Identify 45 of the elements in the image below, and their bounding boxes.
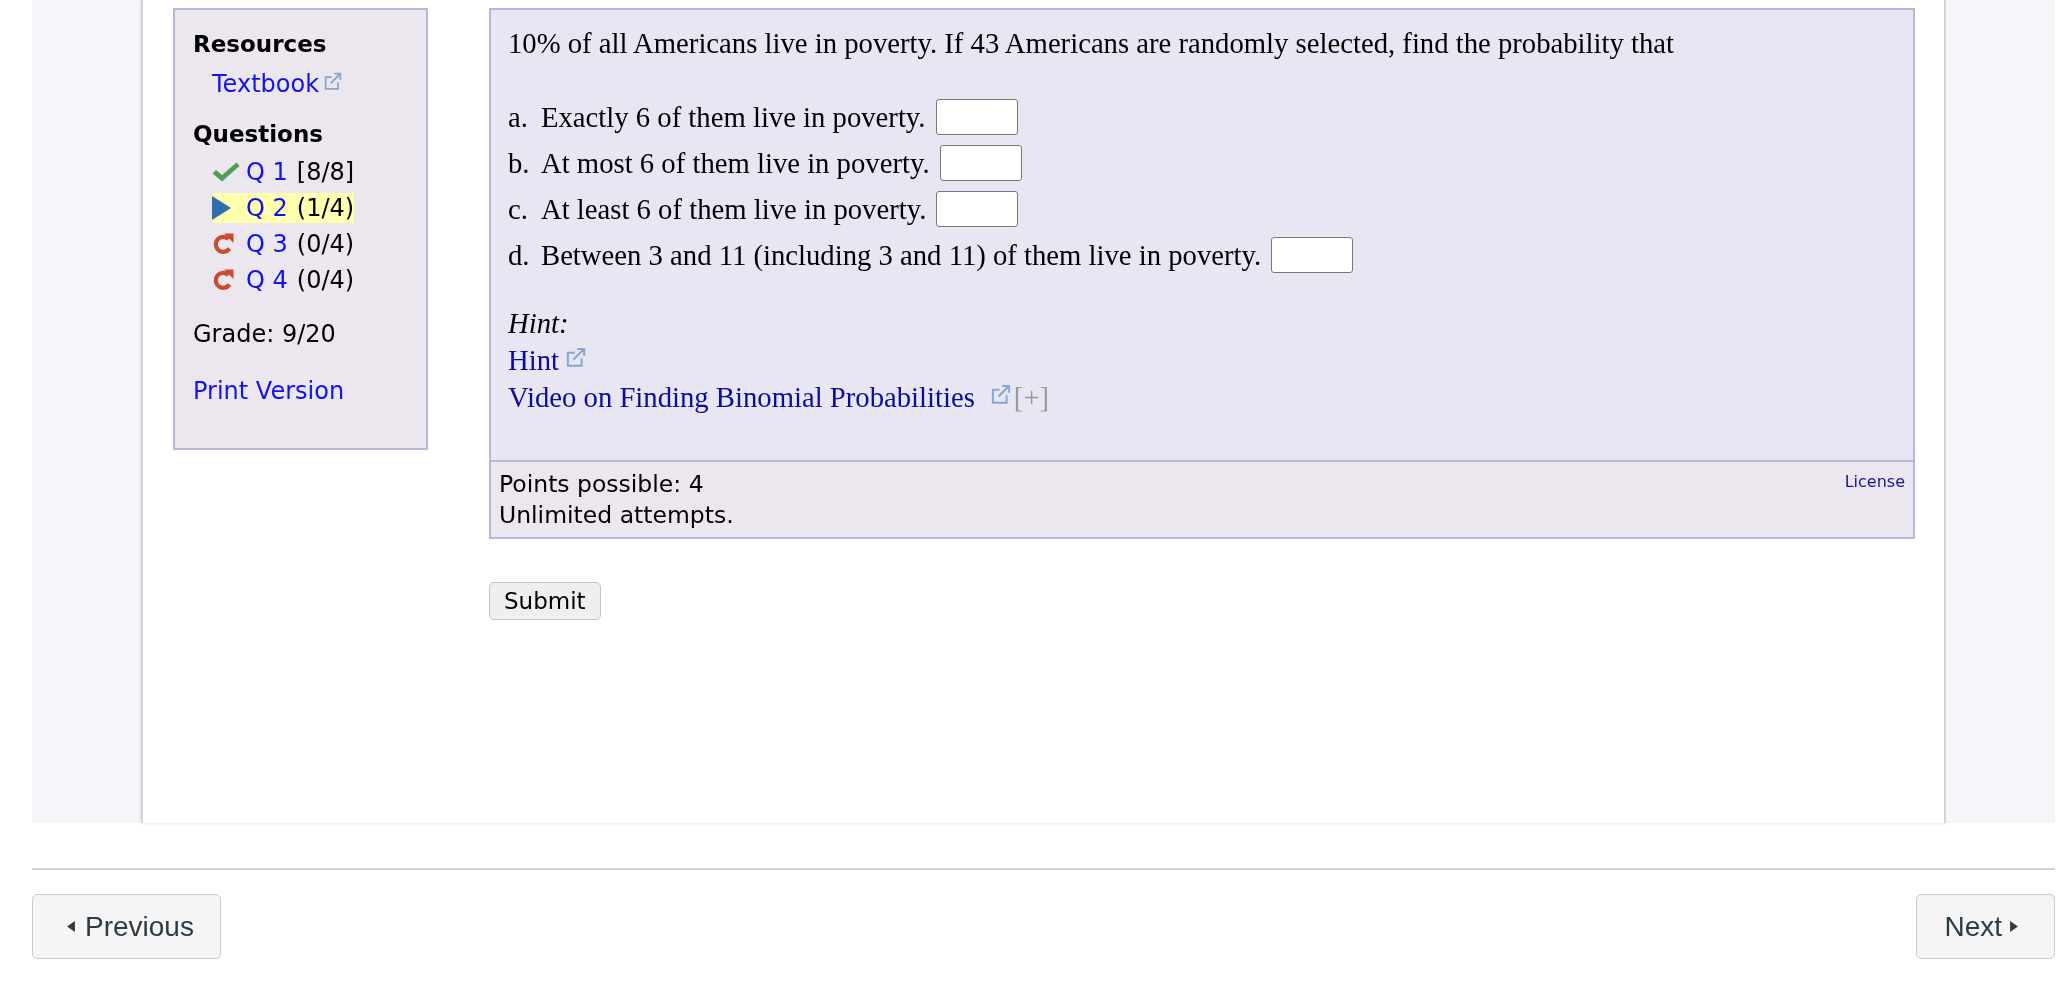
question-text: 10% of all Americans live in poverty. If 43 Americans are randomly selected, find the probability that [508,28,1675,58]
part-label: d. [508,238,531,272]
answer-field[interactable] [939,145,1022,181]
print-version-link[interactable]: Print Version [193,376,345,406]
next-button[interactable]: Next [1916,894,2055,959]
submit-button[interactable]: Submit [489,582,601,620]
attempts-text: Unlimited attempts. [499,500,734,531]
retry-icon [212,269,234,291]
retry-icon [212,233,234,255]
question-link[interactable]: Q 2 [246,194,288,222]
part-label: a. [508,100,529,134]
answer-field[interactable] [1271,237,1354,273]
question-score: (0/4) [296,266,355,294]
question-list-item[interactable]: Q 4 (0/4) [212,265,355,295]
license-link[interactable]: License [1844,472,1905,492]
play-triangle-icon [212,196,231,220]
hint-heading: Hint: [508,306,570,341]
part-text: Exactly 6 of them live in poverty. [541,100,926,134]
check-icon [212,162,240,182]
resource-link[interactable]: Textbook [212,69,320,99]
hint-link[interactable]: Hint [508,342,559,379]
points-text: Points possible: 4 [499,469,705,500]
hint-link[interactable]: Video on Finding Binomial Probabilities [508,379,975,416]
answer-field[interactable] [936,191,1019,227]
answer-field[interactable] [935,99,1018,135]
question-list-item[interactable]: Q 1 [8/8] [212,157,355,187]
sidebar-heading: Questions [193,120,324,149]
question-link[interactable]: Q 3 [246,230,288,258]
question-score: (1/4) [296,194,355,222]
caret-right-icon [2010,921,2018,932]
question-score: [8/8] [296,158,355,186]
sidebar-heading: Resources [193,30,328,59]
question-list-item[interactable]: Q 3 (0/4) [212,229,355,259]
question-score: (0/4) [296,230,355,258]
grade-text: Grade: 9/20 [193,319,337,349]
question-list-item[interactable]: Q 2 (1/4) [212,193,355,223]
part-text: At most 6 of them live in poverty. [541,146,930,180]
caret-left-icon [67,921,75,932]
part-text: Between 3 and 11 (including 3 and 11) of them live in poverty. [541,238,1262,272]
question-link[interactable]: Q 4 [246,266,288,294]
question-link[interactable]: Q 1 [246,158,288,186]
part-text: At least 6 of them live in poverty. [541,192,927,226]
part-label: b. [508,146,531,180]
part-label: c. [508,192,529,226]
previous-button[interactable]: Previous [32,894,221,959]
